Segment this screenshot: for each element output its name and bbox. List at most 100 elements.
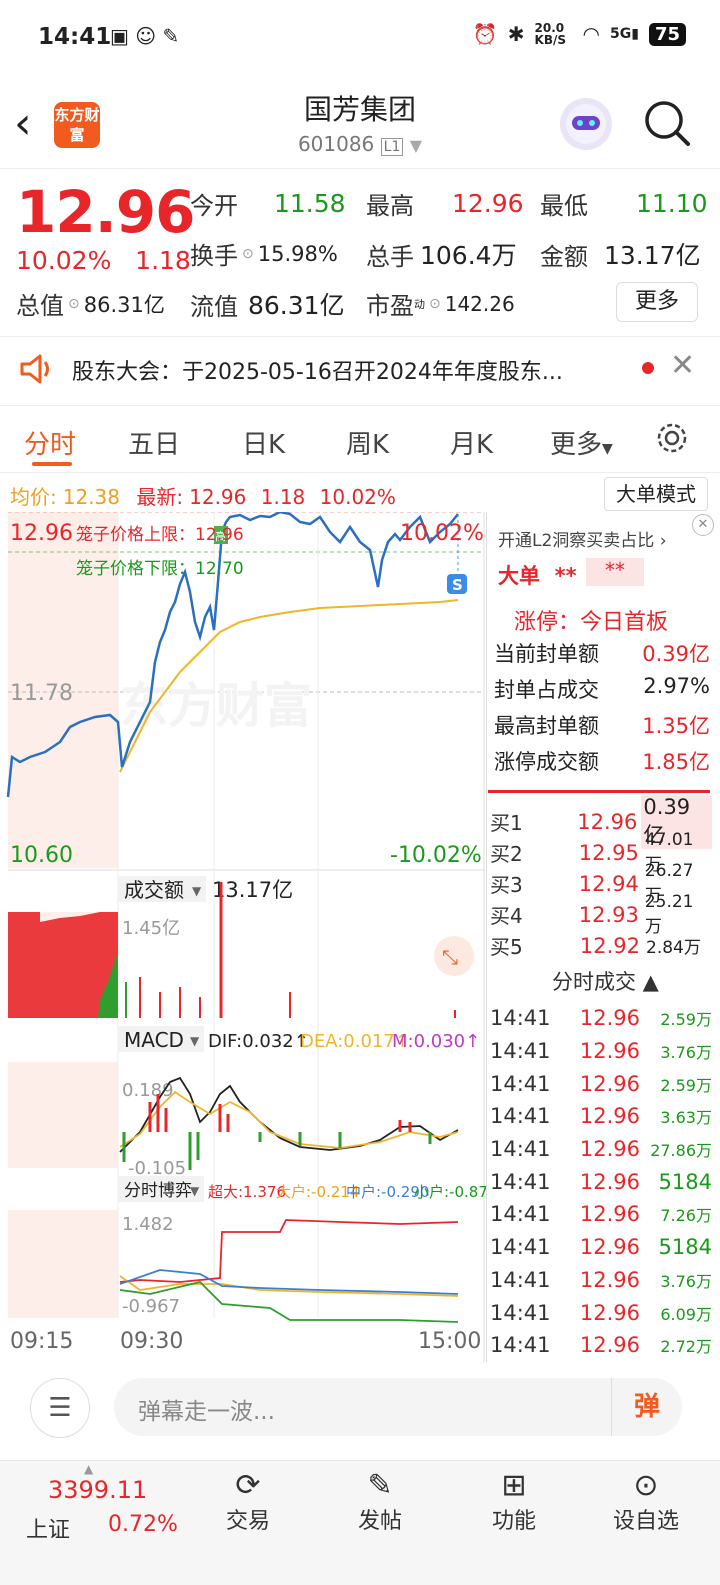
time-open: 09:30 xyxy=(120,1329,183,1354)
search-icon[interactable] xyxy=(642,98,692,152)
status-icons: ⏰ ✱ 20.0 KB/S ◠ 5G▮ 75 xyxy=(473,22,686,46)
order-flow-panel: 分时博弈 ▼ 超大:1.376 大户:-0.214 中户:-0.290 小户:-… xyxy=(118,1176,486,1323)
robot-assistant-icon[interactable] xyxy=(560,98,612,150)
tab-month-k[interactable]: 月K xyxy=(450,424,493,461)
unread-dot xyxy=(642,362,654,374)
tab-week-k[interactable]: 周K xyxy=(346,424,389,461)
tab-day-k[interactable]: 日K xyxy=(242,424,285,461)
bid-row[interactable]: 买4 12.93 25.21万 xyxy=(490,892,712,937)
svg-text:▼: ▼ xyxy=(190,1034,200,1048)
bid-row[interactable]: 买5 12.92 2.84万 xyxy=(490,930,712,961)
tick-time: 14:41 xyxy=(490,1071,551,1096)
nav-trade[interactable]: ⟳ 交易 xyxy=(198,1468,298,1535)
close-icon[interactable]: ✕ xyxy=(670,348,695,383)
tick-price: 12.96 xyxy=(579,1235,640,1260)
svg-text:超大:1.376: 超大:1.376 xyxy=(208,1183,286,1201)
high-field: 最高 12.96 xyxy=(366,189,524,220)
change-pct: 10.02% 1.18 xyxy=(16,246,191,275)
axis-top: 12.96 xyxy=(10,521,73,546)
tick-volume: 2.59万 xyxy=(660,1010,712,1030)
tick-row: 14:41 12.96 2.59万 xyxy=(490,1067,712,1100)
svg-text:-0.105: -0.105 xyxy=(128,1158,186,1179)
info-icon: ⊙ xyxy=(242,245,254,262)
bid-label: 买3 xyxy=(490,873,523,897)
stock-code[interactable]: 601086 L1 ▼ xyxy=(0,132,720,156)
index-value[interactable]: 3399.11 xyxy=(48,1476,147,1504)
svg-text:M:0.030↑: M:0.030↑ xyxy=(392,1031,480,1052)
tick-time: 14:41 xyxy=(490,1137,551,1162)
tick-volume: 7.26万 xyxy=(660,1206,712,1226)
danmu-settings-icon[interactable]: ☰ xyxy=(30,1378,90,1438)
close-icon[interactable]: ✕ xyxy=(692,514,714,536)
index-pct[interactable]: 0.72% xyxy=(108,1512,178,1537)
svg-text:0.189: 0.189 xyxy=(122,1080,174,1101)
tick-price: 12.96 xyxy=(579,1169,640,1194)
nav-add-watchlist[interactable]: ⊙ 设自选 xyxy=(596,1468,696,1535)
danmu-placeholder: 弹幕走一波... xyxy=(138,1399,275,1425)
stat-label: 最高封单额 xyxy=(494,714,599,738)
pre-market-shade xyxy=(8,1062,118,1168)
tick-volume: 27.86万 xyxy=(650,1141,712,1161)
macd-panel: MACD ▼ DIF:0.032↑ DEA:0.017↑ M:0.030↑ 0.… xyxy=(118,1026,480,1179)
svg-text:S: S xyxy=(452,576,463,594)
limit-stat-row: 封单占成交 2.97% xyxy=(494,674,710,710)
intraday-chart[interactable]: 东方财富 S 高 12.96 笼子价格上限：12.96 笼子价格下限：12.70… xyxy=(0,512,486,1362)
axis-mid: 11.78 xyxy=(10,681,73,706)
tick-volume: 6.09万 xyxy=(660,1304,712,1324)
time-close: 15:00 xyxy=(418,1329,481,1354)
tick-time: 14:41 xyxy=(490,1169,551,1194)
pe-field: 市盈动 ⊙ 142.26 xyxy=(366,291,515,321)
net-speed: 20.0 KB/S xyxy=(534,21,567,47)
tick-price: 12.96 xyxy=(579,1202,640,1227)
more-circle-icon: ⊙ xyxy=(633,1468,659,1503)
svg-text:▼: ▼ xyxy=(192,884,202,898)
tab-more[interactable]: 更多▼ xyxy=(550,424,613,461)
tick-row: 14:41 12.96 5184 xyxy=(490,1165,712,1198)
active-tab-indicator xyxy=(32,462,72,466)
notice-text[interactable]: 股东大会：于2025-05-16召开2024年年度股东... xyxy=(72,354,632,386)
nav-post[interactable]: ✎ 发帖 xyxy=(330,1468,430,1535)
bid-price: 12.96 xyxy=(577,809,638,834)
stat-label: 涨停成交额 xyxy=(494,750,599,774)
bid-volume: 2.84万 xyxy=(646,938,701,958)
volume-field: 总手 106.4万 xyxy=(366,241,517,271)
big-order-mode-button[interactable]: 大单模式 xyxy=(604,477,708,511)
bid-price: 12.94 xyxy=(578,871,639,896)
tick-volume: 3.76万 xyxy=(660,1043,712,1063)
svg-text:MACD: MACD xyxy=(124,1028,184,1052)
tick-time: 14:41 xyxy=(490,1006,551,1031)
danmu-send-button[interactable]: 弹 xyxy=(611,1378,682,1436)
tick-volume: 5184 xyxy=(658,1235,712,1260)
tick-row: 14:41 12.96 5184 xyxy=(490,1231,712,1264)
order-book: 买1 12.96 0.39亿 买2 12.95 47.01万 买3 12.94 26.27万 买4… xyxy=(490,794,712,961)
nav-functions[interactable]: ⊞ 功能 xyxy=(464,1468,564,1535)
tick-row: 14:41 12.96 27.86万 xyxy=(490,1133,712,1166)
edit-icon: ✎ xyxy=(367,1468,393,1503)
tab-intraday[interactable]: 分时 xyxy=(24,424,76,461)
signal-icon: 5G▮ xyxy=(609,26,639,42)
limit-up-title: 涨停：今日首板 xyxy=(514,610,669,635)
index-name[interactable]: 上证 xyxy=(26,1512,70,1544)
stat-value: 1.35亿 xyxy=(642,714,710,738)
limit-stat-row: 当前封单额 0.39亿 xyxy=(494,638,710,674)
bid-label: 买1 xyxy=(490,811,523,835)
ticks-title[interactable]: 分时成交 ▲ xyxy=(552,966,659,996)
gear-icon[interactable] xyxy=(654,420,690,460)
low-field: 最低 11.10 xyxy=(540,189,708,220)
clock: 14:41 xyxy=(38,24,112,50)
big-order-label: 大单 ** xyxy=(498,564,577,588)
tick-price: 12.96 xyxy=(579,1006,640,1031)
more-button[interactable]: 更多 xyxy=(616,282,698,322)
svg-text:⤡: ⤡ xyxy=(442,945,458,969)
danmu-input[interactable]: 弹幕走一波... 弹 xyxy=(114,1378,682,1436)
volume-panel: 成交额 ▼ 13.17亿 1.45亿 ⤡ xyxy=(8,876,474,1018)
tick-time: 14:41 xyxy=(490,1333,551,1358)
l2-upsell-link[interactable]: 开通L2洞察买卖占比 › xyxy=(498,526,667,551)
chart-info-line: 均价: 12.38 最新: 12.96 1.18 10.02% xyxy=(10,485,396,509)
notification-icons: ▣ ☺ ✎ xyxy=(110,24,180,48)
tick-volume: 5184 xyxy=(658,1169,712,1194)
tick-price: 12.96 xyxy=(579,1333,640,1358)
bid-price: 12.95 xyxy=(578,840,639,865)
tab-five-day[interactable]: 五日 xyxy=(128,424,180,461)
tick-time: 14:41 xyxy=(490,1300,551,1325)
